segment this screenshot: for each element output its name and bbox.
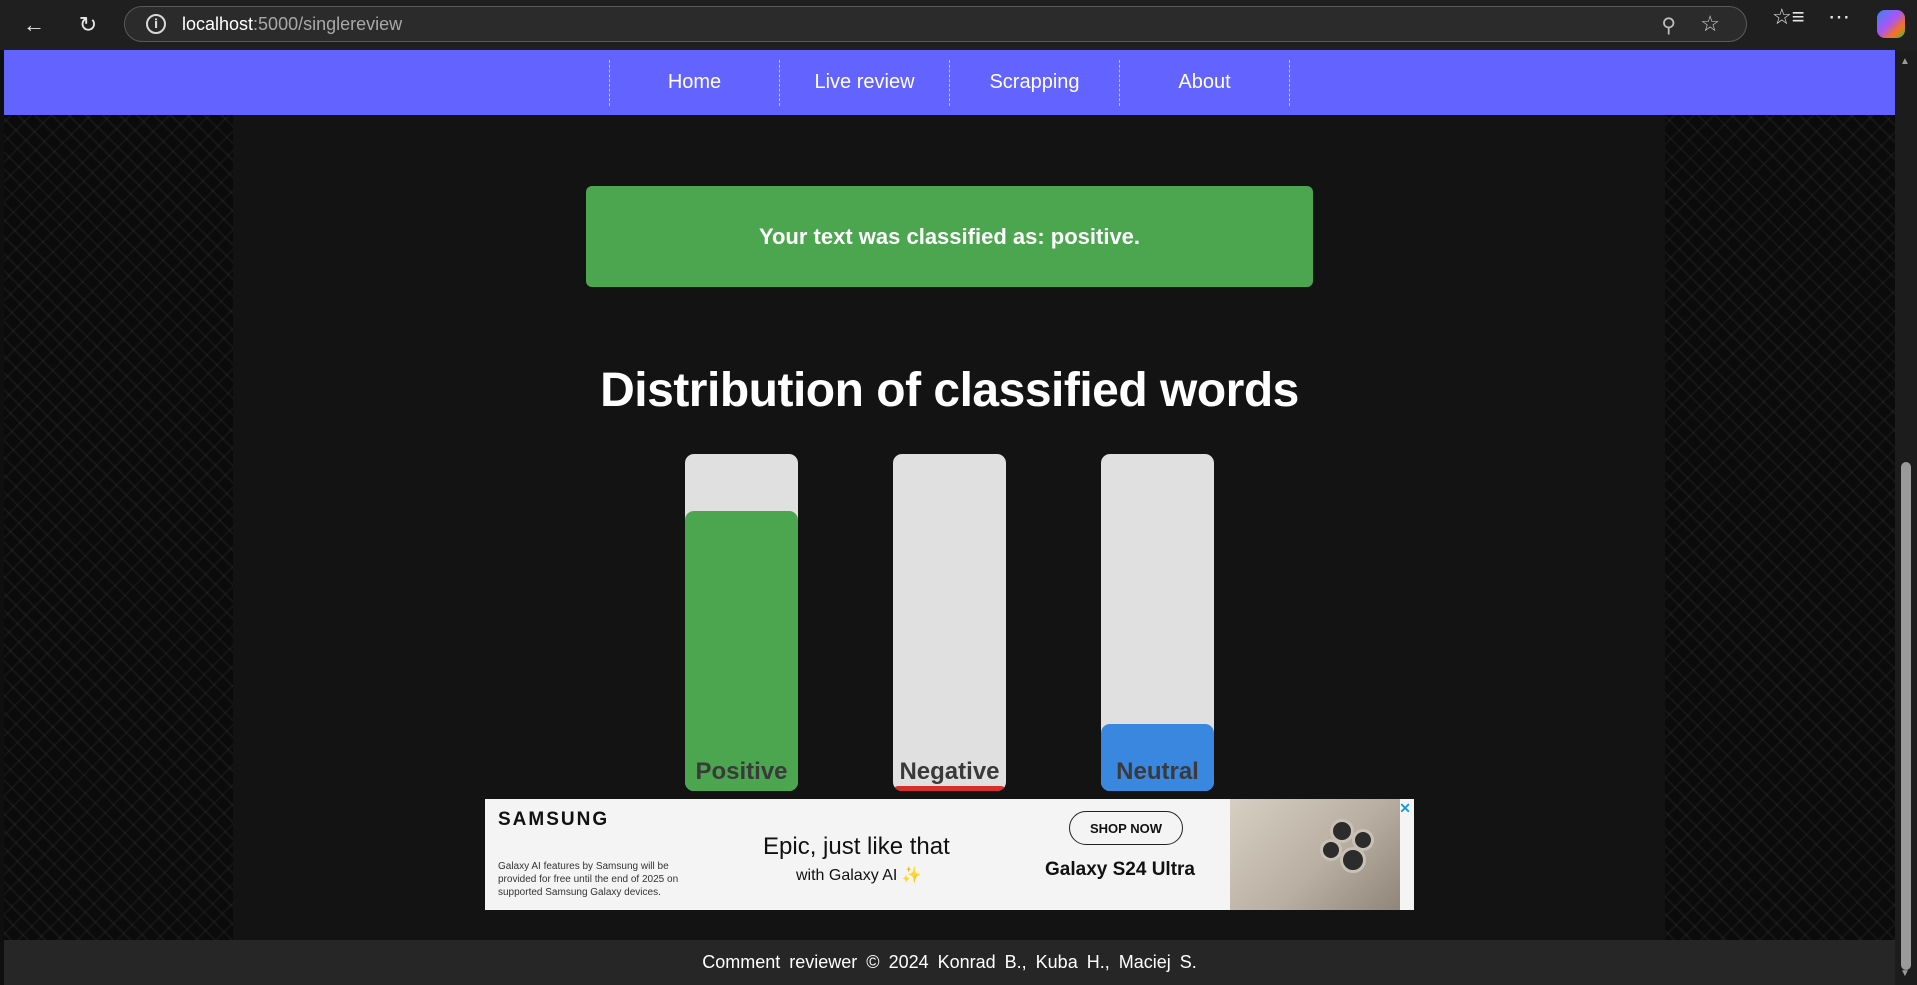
url-path: :5000/singlereview [253, 13, 403, 34]
top-navbar: Home Live review Scrapping About [4, 50, 1895, 115]
bar-positive-label: Positive [695, 758, 788, 785]
classification-result-banner: Your text was classified as: positive. [586, 186, 1313, 287]
zoom-icon[interactable]: ⚲ [1661, 13, 1676, 38]
scroll-down-arrow-icon[interactable]: ▼ [1900, 968, 1910, 979]
ad-brand-logo: SAMSUNG [498, 809, 610, 830]
samsung-ad-banner[interactable]: SAMSUNG Galaxy AI features by Samsung wi… [485, 799, 1414, 910]
camera-lens-icon [1320, 839, 1342, 861]
ad-headline: Epic, just like that [763, 833, 950, 860]
bar-positive-fill [685, 511, 798, 791]
address-bar[interactable]: i localhost:5000/singlereview ⚲ ☆ [124, 6, 1747, 42]
distribution-title: Distribution of classified words [600, 364, 1299, 417]
bar-negative[interactable]: Negative [893, 454, 1006, 791]
favorite-star-icon[interactable]: ☆ [1700, 11, 1720, 37]
nav-item-home[interactable]: Home [610, 59, 780, 106]
page-footer: Comment reviewer © 2024 Konrad B., Kuba … [4, 940, 1895, 985]
page-viewport: Home Live review Scrapping About Your te… [4, 50, 1895, 985]
copilot-icon[interactable] [1877, 10, 1905, 38]
ad-disclaimer: Galaxy AI features by Samsung will be pr… [498, 861, 679, 898]
bar-neutral-label: Neutral [1116, 758, 1199, 785]
nav-menu: Home Live review Scrapping About [609, 59, 1290, 106]
site-info-icon[interactable]: i [146, 14, 166, 34]
ad-shop-now-button[interactable]: SHOP NOW [1069, 811, 1183, 845]
ad-subline: with Galaxy AI ✨ [796, 867, 922, 884]
back-arrow-icon[interactable]: ← [12, 3, 56, 47]
ad-phone-image [1230, 799, 1400, 910]
scroll-up-arrow-icon[interactable]: ▲ [1900, 56, 1910, 67]
bar-negative-label: Negative [899, 758, 1000, 785]
bar-neutral[interactable]: Neutral [1101, 454, 1214, 791]
url-text[interactable]: localhost:5000/singlereview [182, 14, 402, 35]
reload-icon[interactable]: ↻ [66, 3, 110, 47]
ad-close-icon[interactable]: ✕ [1399, 800, 1411, 817]
nav-item-scrapping[interactable]: Scrapping [950, 59, 1120, 106]
scrollbar-thumb[interactable] [1901, 462, 1911, 970]
nav-item-live-review[interactable]: Live review [780, 59, 950, 106]
browser-toolbar: ← ↻ i localhost:5000/singlereview ⚲ ☆ ☆≡… [0, 0, 1917, 50]
bar-negative-fill [893, 785, 1006, 791]
url-host: localhost [182, 13, 254, 34]
camera-lens-icon [1340, 847, 1366, 873]
ad-product-name: Galaxy S24 Ultra [1045, 859, 1195, 880]
bar-positive[interactable]: Positive [685, 454, 798, 791]
favorites-list-icon[interactable]: ☆≡ [1772, 4, 1805, 30]
more-menu-icon[interactable]: ⋯ [1828, 4, 1850, 30]
nav-item-about[interactable]: About [1120, 59, 1290, 106]
